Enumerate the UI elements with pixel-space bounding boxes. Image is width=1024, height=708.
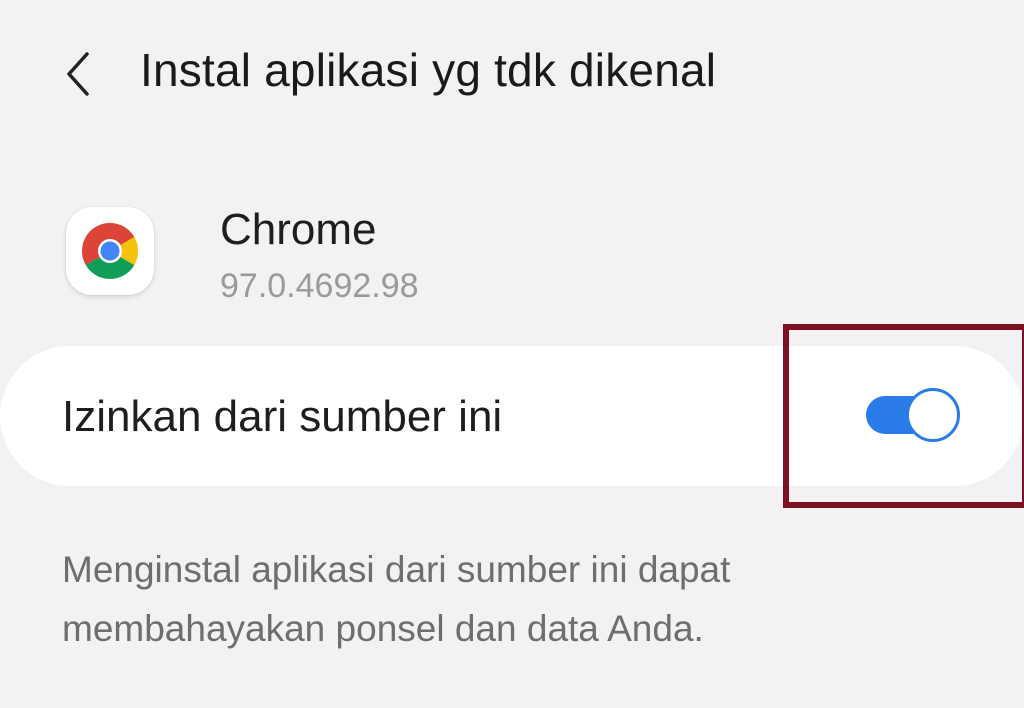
allow-source-label: Izinkan dari sumber ini bbox=[62, 392, 503, 441]
page-title: Instal aplikasi yg tdk dikenal bbox=[140, 44, 717, 96]
header: Instal aplikasi yg tdk dikenal bbox=[0, 30, 1024, 120]
chevron-left-icon bbox=[67, 52, 89, 96]
allow-source-switch[interactable] bbox=[866, 388, 960, 442]
back-button[interactable] bbox=[52, 46, 104, 102]
allow-source-setting[interactable]: Izinkan dari sumber ini bbox=[0, 346, 1024, 486]
switch-thumb bbox=[906, 388, 960, 442]
chrome-app-icon bbox=[66, 207, 154, 295]
app-version: 97.0.4692.98 bbox=[220, 267, 419, 305]
app-info: Chrome 97.0.4692.98 bbox=[0, 195, 1024, 315]
description-line-1: Menginstal aplikasi dari sumber ini dapa… bbox=[62, 549, 731, 590]
warning-description: Menginstal aplikasi dari sumber ini dapa… bbox=[62, 540, 962, 658]
description-line-2: membahayakan ponsel dan data Anda. bbox=[62, 608, 704, 649]
chrome-icon bbox=[81, 222, 139, 280]
app-name: Chrome bbox=[220, 205, 377, 254]
settings-screen: Instal aplikasi yg tdk dikenal Chrome 97… bbox=[0, 0, 1024, 708]
